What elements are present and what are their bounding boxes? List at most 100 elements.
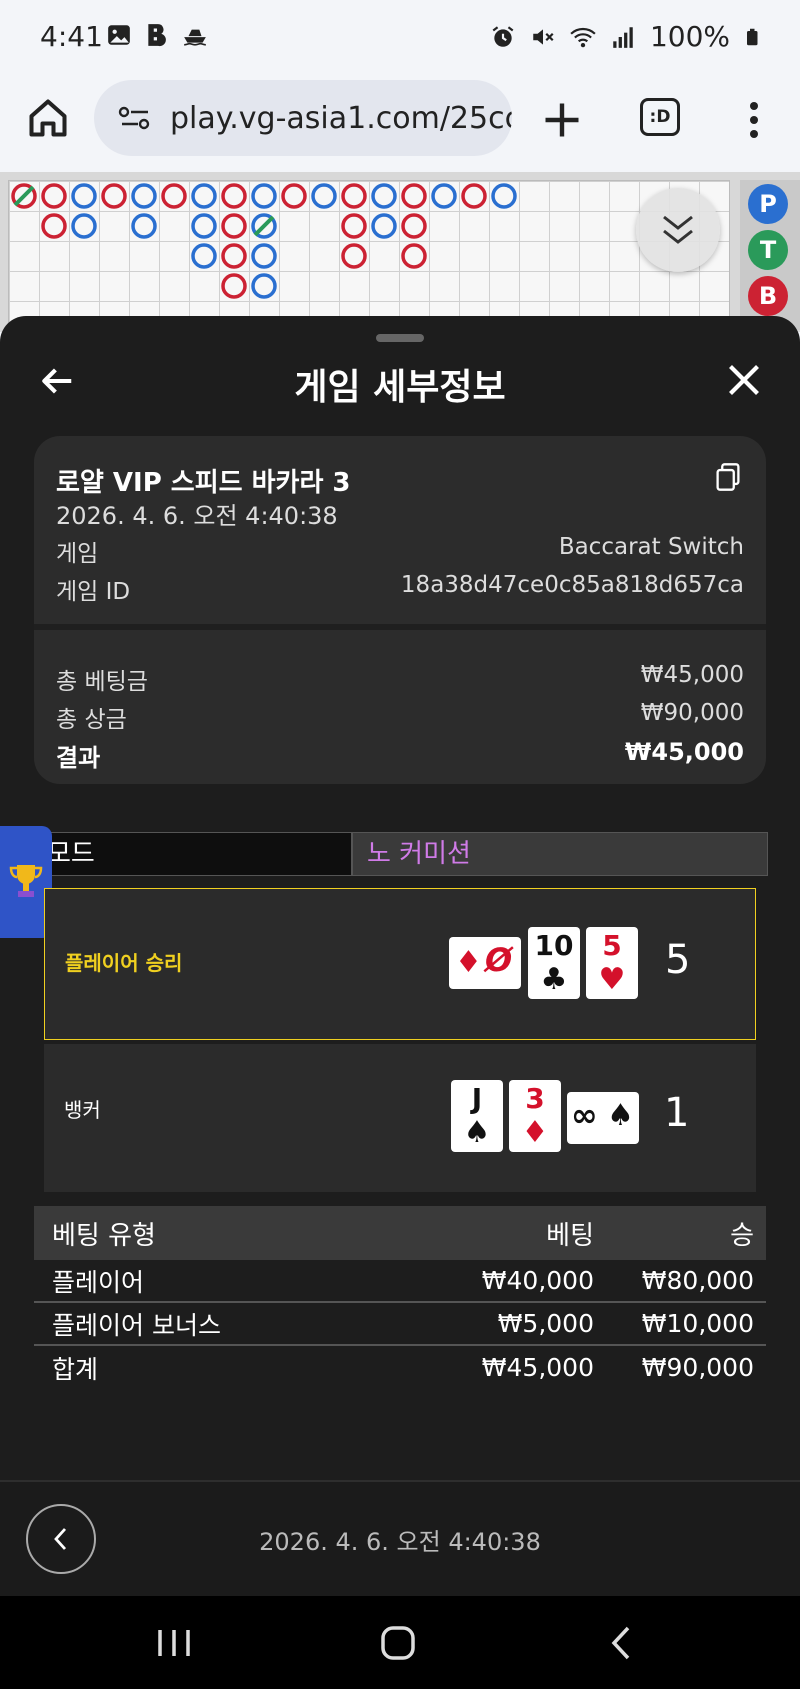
bet-type: 플레이어 보너스 (52, 1310, 221, 1340)
card-rank: 5 (602, 929, 622, 962)
bet-amount: ₩45,000 (481, 1353, 594, 1382)
game-background: P T B (0, 172, 800, 332)
road-marks (11, 183, 517, 299)
copy-icon[interactable] (714, 462, 742, 492)
card-suit: ♥ (598, 962, 626, 997)
predict-player-badge[interactable]: P (748, 184, 788, 224)
new-tab-icon[interactable] (540, 98, 584, 142)
card-rank: ∞ (571, 1096, 598, 1134)
predict-banker-badge[interactable]: B (748, 276, 788, 316)
back-nav-icon[interactable] (602, 1624, 642, 1662)
bet-type: 플레이어 (52, 1267, 145, 1297)
image-icon (108, 25, 130, 45)
tab-no-commission[interactable]: 노 커미션 (352, 832, 768, 876)
banker-card-2: 3 ♦ (509, 1080, 561, 1152)
alarm-icon (492, 25, 514, 47)
total-win-value: ₩90,000 (640, 700, 744, 726)
game-datetime: 2026. 4. 6. 오전 4:40:38 (56, 502, 338, 530)
total-bet-label: 총 베팅금 (56, 669, 148, 695)
player-result-label: 플레이어 승리 (65, 951, 183, 975)
table-row: 플레이어 ₩40,000 ₩80,000 (34, 1260, 766, 1303)
game-id-row: 게임 ID 18a38d47ce0c85a818d657ca (56, 572, 744, 606)
url-text: play.vg-asia1.com/25cc4 (170, 100, 512, 136)
banker-label: 뱅커 (64, 1098, 101, 1122)
result-row: 결과 ₩45,000 (56, 738, 744, 773)
game-label: 게임 (56, 541, 99, 567)
tab-mode[interactable]: 모드 (0, 832, 352, 876)
player-card-2: 10 ♣ (528, 927, 580, 999)
close-icon[interactable] (726, 362, 762, 398)
bet-amount: ₩40,000 (481, 1266, 594, 1295)
card-rank: Ø (485, 941, 513, 979)
collapse-button[interactable] (636, 188, 720, 272)
table-header: 베팅 유형 베팅 승 (34, 1206, 766, 1260)
sheet-footer: 2026. 4. 6. 오전 4:40:38 (0, 1480, 800, 1596)
mode-tabs: 모드 노 커미션 (0, 832, 768, 876)
card-suit: ♣ (540, 962, 568, 997)
banker-card-1: J ♠ (451, 1080, 503, 1152)
recents-icon[interactable] (154, 1624, 194, 1662)
boat-icon (184, 29, 206, 46)
game-id-label: 게임 ID (56, 579, 131, 605)
home-nav-icon[interactable] (378, 1624, 418, 1662)
trophy-icon (9, 865, 43, 897)
mute-icon (533, 28, 554, 45)
bets-table: 베팅 유형 베팅 승 플레이어 ₩40,000 ₩80,000 플레이어 보너스… (34, 1206, 766, 1389)
tab-switcher-button[interactable]: :D (640, 98, 680, 136)
col-win: 승 (730, 1220, 754, 1251)
win-amount: ₩10,000 (641, 1309, 754, 1338)
win-amount: ₩80,000 (641, 1266, 754, 1295)
player-card-1: ♦ Ø (449, 937, 521, 989)
banker-hand: 뱅커 J ♠ 3 ♦ ∞ ♠ 1 (44, 1044, 756, 1192)
wifi-icon (570, 27, 596, 47)
bead-road (8, 180, 730, 330)
system-nav-bar (0, 1596, 800, 1689)
card-suit: ♦ (455, 945, 482, 980)
col-bet-type: 베팅 유형 (52, 1220, 156, 1251)
double-chevron-down-icon (663, 215, 693, 244)
total-bet-value: ₩45,000 (640, 662, 744, 688)
game-info-card: 로얄 VIP 스피드 바카라 3 2026. 4. 6. 오전 4:40:38 … (34, 436, 766, 784)
battery-percent: 100% (649, 20, 730, 53)
sheet-drag-handle[interactable] (376, 334, 424, 342)
player-card-3: 5 ♥ (586, 927, 638, 999)
player-hand: 플레이어 승리 ♦ Ø 10 ♣ 5 ♥ 5 (44, 888, 756, 1040)
card-suit: ♠ (607, 1098, 634, 1133)
bet-type: 합계 (52, 1354, 99, 1384)
divider (34, 624, 766, 630)
total-win-row: 총 상금 ₩90,000 (56, 700, 744, 734)
more-menu-icon[interactable] (744, 100, 764, 140)
card-suit: ♠ (463, 1115, 491, 1150)
game-details-sheet: 게임 세부정보 로얄 VIP 스피드 바카라 3 2026. 4. 6. 오전 … (0, 316, 800, 1596)
col-bet: 베팅 (546, 1220, 594, 1251)
table-row: 플레이어 보너스 ₩5,000 ₩10,000 (34, 1303, 766, 1346)
total-win-label: 총 상금 (56, 707, 127, 733)
address-bar[interactable]: play.vg-asia1.com/25cc4 (94, 80, 512, 156)
game-name: 로얄 VIP 스피드 바카라 3 (56, 468, 351, 498)
card-suit: ♦ (521, 1115, 549, 1150)
win-amount: ₩90,000 (641, 1353, 754, 1382)
predict-tie-badge[interactable]: T (748, 230, 788, 270)
result-label: 결과 (56, 744, 101, 772)
battery-icon (747, 28, 758, 45)
site-settings-icon[interactable] (118, 103, 152, 133)
banker-score: 1 (664, 1090, 690, 1136)
footer-datetime: 2026. 4. 6. 오전 4:40:38 (259, 1528, 541, 1556)
card-rank: 10 (534, 929, 574, 962)
banker-card-3: ∞ ♠ (567, 1092, 639, 1144)
home-icon[interactable] (26, 96, 70, 140)
table-total-row: 합계 ₩45,000 ₩90,000 (34, 1346, 766, 1389)
game-id-value: 18a38d47ce0c85a818d657ca (400, 572, 744, 598)
total-bet-row: 총 베팅금 ₩45,000 (56, 662, 744, 696)
player-score: 5 (665, 937, 691, 983)
game-value: Baccarat Switch (558, 534, 744, 560)
clock: 4:41 (40, 20, 103, 53)
signal-icon (613, 26, 633, 48)
sheet-title: 게임 세부정보 (294, 367, 506, 408)
game-row: 게임 Baccarat Switch (56, 534, 744, 568)
bet-amount: ₩5,000 (497, 1309, 594, 1338)
prediction-panel: P T B (740, 180, 800, 330)
card-rank: 3 (525, 1082, 545, 1115)
status-bar: 4:41 100% (0, 0, 800, 72)
card-rank: J (471, 1082, 483, 1115)
